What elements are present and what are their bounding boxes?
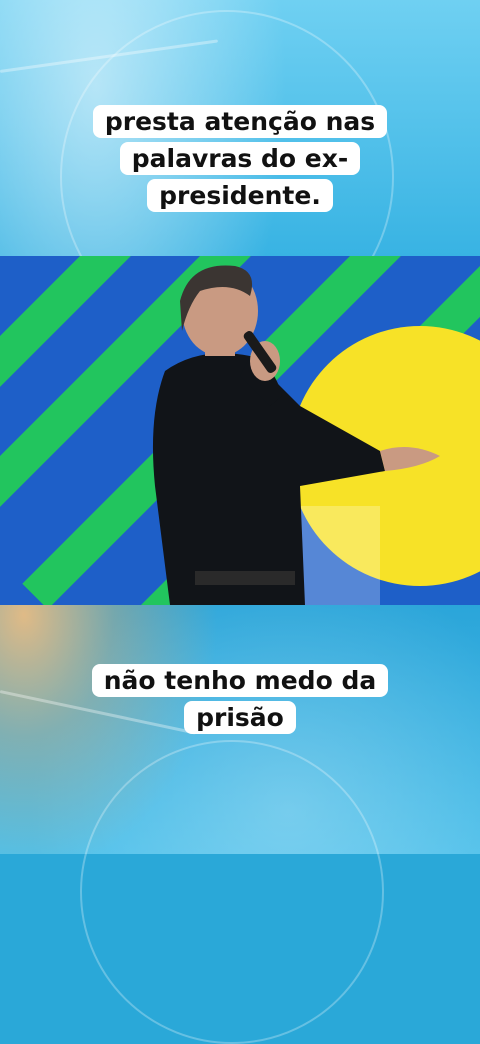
caption-line: não tenho medo da [91, 664, 389, 697]
caption-line: prisão [184, 701, 296, 734]
top-caption: presta atenção nas palavras do ex- presi… [40, 103, 440, 214]
globe-graphic-bottom [80, 740, 384, 1044]
open-hand [380, 447, 440, 471]
caption-line: presta atenção nas [92, 105, 388, 138]
bottom-caption: não tenho medo da prisão [40, 662, 440, 736]
belt [195, 571, 295, 585]
lectern [300, 506, 380, 605]
video-frame[interactable] [0, 256, 480, 605]
caption-line: palavras do ex- [119, 142, 361, 175]
speaker-figure [152, 265, 440, 605]
caption-line: presidente. [147, 179, 333, 212]
